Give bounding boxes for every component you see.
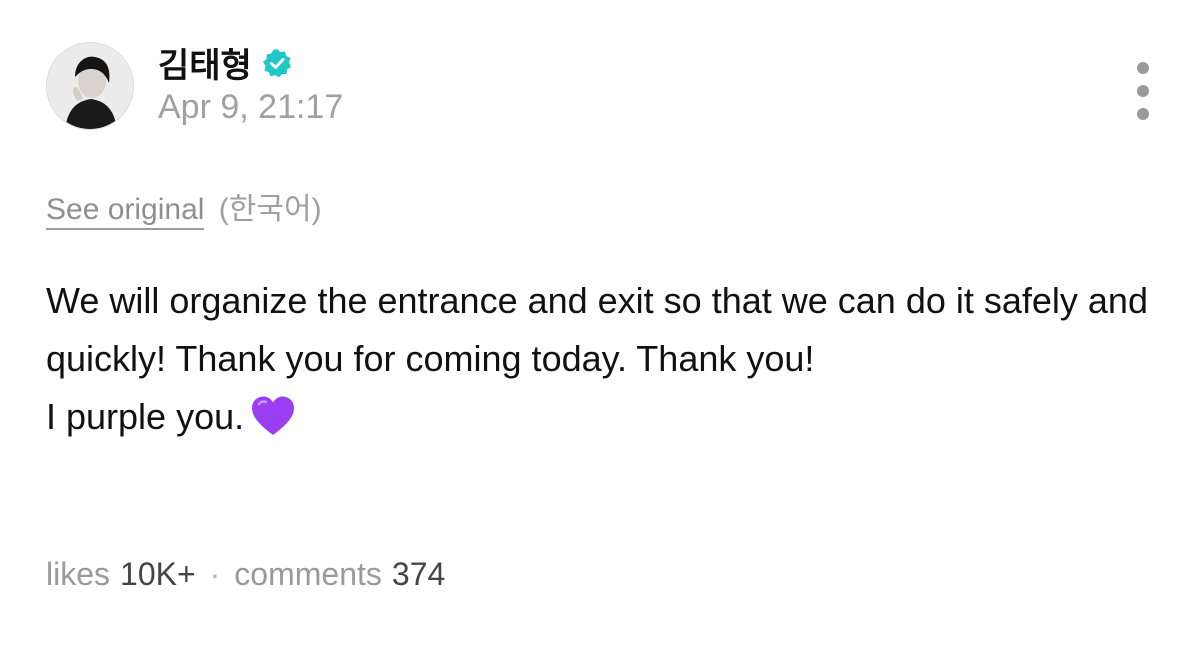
comments-label[interactable]: comments [234,556,382,593]
author-name-row: 김태형 [158,38,292,87]
post-stats: likes 10K+ · comments 374 [46,556,445,593]
post-text: We will organize the entrance and exit s… [46,280,1148,379]
more-options-button[interactable] [1128,62,1158,120]
post-text-line: I purple you. [46,388,1156,446]
vertical-ellipsis-icon [1137,62,1149,74]
author-name[interactable]: 김태형 [158,38,252,87]
vertical-ellipsis-icon [1137,85,1149,97]
see-original-link[interactable]: See original [46,193,205,230]
likes-count[interactable]: 10K+ [120,556,196,593]
post-text-closing: I purple you. [46,396,245,437]
vertical-ellipsis-icon [1137,108,1149,120]
post-body: We will organize the entrance and exit s… [46,272,1156,446]
purple-heart-icon [250,395,296,437]
original-language-label: (한국어) [218,193,322,226]
comments-count[interactable]: 374 [392,556,445,593]
post-card: 김태형 Apr 9, 21:17 See original (한국어) We w… [0,0,1200,660]
stats-separator: · [209,556,221,592]
likes-label[interactable]: likes [46,556,110,593]
post-timestamp: Apr 9, 21:17 [158,88,344,126]
verified-badge-icon [262,48,292,78]
translation-row: See original (한국어) [46,184,322,230]
avatar[interactable] [46,42,134,130]
